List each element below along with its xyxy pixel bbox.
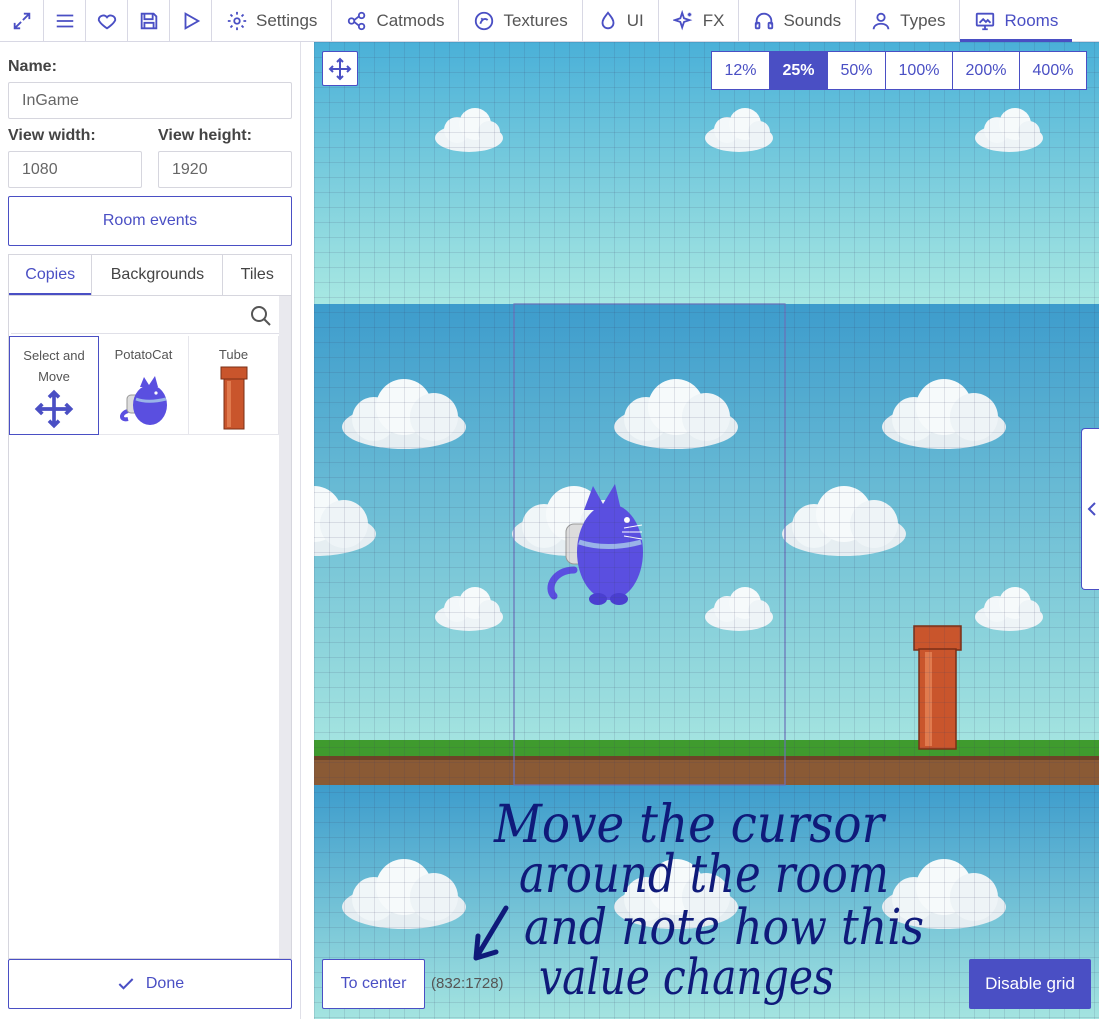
name-label: Name:: [8, 58, 57, 75]
tile-label: PotatoCat: [114, 347, 173, 362]
view-height-label: View height:: [158, 127, 252, 144]
view-height-input[interactable]: 1920: [158, 151, 292, 188]
tab-sounds[interactable]: Sounds: [739, 0, 857, 42]
gear-icon: [227, 11, 247, 31]
tile-label: Tube: [218, 347, 249, 362]
check-icon: [118, 978, 134, 990]
play-icon[interactable]: [170, 0, 212, 42]
room-name-input[interactable]: InGame: [8, 82, 292, 119]
tab-label: Catmods: [376, 11, 445, 30]
user-icon: [872, 12, 890, 30]
tab-label: UI: [626, 11, 644, 30]
potatocat-sprite: [119, 376, 167, 425]
disable-grid-button[interactable]: Disable grid: [969, 959, 1091, 1009]
zoom-selector: 12% 25% 50% 100% 200% 400%: [711, 51, 1087, 90]
to-center-button[interactable]: To center: [322, 959, 425, 1009]
tab-ui[interactable]: UI: [583, 0, 659, 42]
tube-sprite: [220, 366, 247, 430]
palette-search-input[interactable]: [11, 298, 279, 334]
tab-label: Settings: [256, 11, 318, 30]
tab-label: Textures: [503, 11, 568, 30]
collapse-panel-button[interactable]: [1081, 428, 1099, 590]
view-width-label: View width:: [8, 127, 96, 144]
tile-label: Select and Move: [23, 348, 85, 384]
move-icon: [34, 389, 74, 429]
zoom-400[interactable]: 400%: [1020, 52, 1086, 89]
zoom-50[interactable]: 50%: [828, 52, 886, 89]
tile-select-and-move[interactable]: Select and Move: [9, 336, 99, 435]
sparkle-icon: [672, 10, 693, 31]
room-scene: [314, 42, 1099, 1019]
tab-tiles[interactable]: Tiles: [223, 255, 291, 295]
view-width-input[interactable]: 1080: [8, 151, 142, 188]
heart-icon[interactable]: [86, 0, 128, 42]
tab-label: Types: [900, 11, 946, 30]
tab-label: Sounds: [783, 11, 842, 30]
tube-instance[interactable]: [913, 625, 962, 750]
modules-icon: [348, 11, 366, 31]
headphones-icon: [755, 12, 774, 30]
tab-backgrounds[interactable]: Backgrounds: [92, 255, 224, 295]
done-button[interactable]: Done: [8, 959, 292, 1009]
done-label: Done: [145, 975, 185, 992]
tile-potatocat[interactable]: PotatoCat: [99, 336, 189, 435]
zoom-25[interactable]: 25%: [770, 52, 828, 89]
tab-copies[interactable]: Copies: [9, 255, 93, 295]
room-events-button[interactable]: Room events: [8, 196, 292, 246]
tab-fx[interactable]: FX: [659, 0, 740, 42]
room-icon: [976, 12, 995, 31]
zoom-200[interactable]: 200%: [953, 52, 1020, 89]
tab-catmods[interactable]: Catmods: [332, 0, 460, 42]
top-toolbar: Settings Catmods Textures UI FX Sounds T…: [0, 0, 1099, 42]
tab-settings[interactable]: Settings: [212, 0, 333, 42]
zoom-12[interactable]: 12%: [712, 52, 770, 89]
tab-label: FX: [702, 11, 725, 30]
tab-types[interactable]: Types: [856, 0, 961, 42]
copies-palette: Select and Move PotatoCat Tube: [8, 295, 292, 959]
copies-list: Select and Move PotatoCat Tube: [9, 336, 279, 435]
chevron-left-icon: [1087, 502, 1096, 516]
tile-tube[interactable]: Tube: [189, 336, 279, 435]
tab-label: Rooms: [1004, 11, 1059, 30]
zoom-100[interactable]: 100%: [886, 52, 953, 89]
room-canvas[interactable]: 12% 25% 50% 100% 200% 400% Move the curs…: [314, 42, 1099, 1019]
tab-rooms[interactable]: Rooms: [960, 0, 1072, 42]
menu-icon[interactable]: [44, 0, 86, 42]
droplet-icon: [601, 11, 615, 30]
tab-textures[interactable]: Textures: [459, 0, 583, 42]
palette-tabs: Copies Backgrounds Tiles: [8, 254, 292, 295]
move-icon: [328, 57, 352, 80]
room-properties-panel: Name: InGame View width: View height: 10…: [0, 42, 301, 1019]
texture-icon: [475, 11, 494, 31]
search-icon[interactable]: [249, 304, 273, 328]
pan-button[interactable]: [322, 51, 358, 86]
save-icon[interactable]: [128, 0, 170, 42]
expand-icon[interactable]: [0, 0, 44, 42]
palette-scrollbar[interactable]: [279, 296, 291, 958]
cursor-coordinates: (832:1728): [431, 975, 504, 992]
